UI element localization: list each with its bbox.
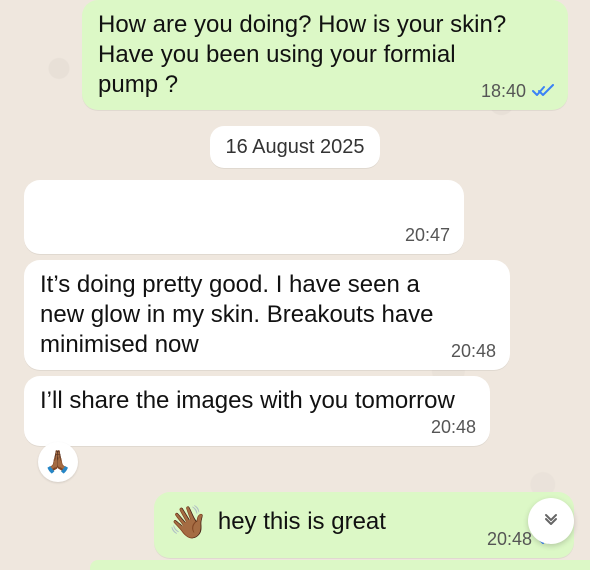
message-time: 20:48 xyxy=(430,417,476,437)
folded-hands-emoji: 🙏🏾 xyxy=(44,449,72,474)
message-outgoing-2[interactable]: 👋🏾 hey this is great 20:48 xyxy=(154,492,574,558)
double-check-icon xyxy=(532,84,554,98)
message-meta: 20:48 xyxy=(451,342,496,360)
message-meta: 20:47 xyxy=(405,226,450,244)
message-meta: 18:40 xyxy=(481,82,554,100)
message-time: 18:40 xyxy=(480,81,526,101)
waving-hand-emoji: 👋🏾 xyxy=(168,504,208,540)
next-message-strip xyxy=(90,560,590,570)
date-separator: 16 August 2025 xyxy=(210,126,380,168)
message-text: It’s doing pretty good. I have seen a ne… xyxy=(40,271,434,358)
message-time: 20:47 xyxy=(404,225,450,245)
message-time: 20:48 xyxy=(486,529,532,549)
reaction-badge[interactable]: 🙏🏾 xyxy=(38,442,78,482)
message-incoming-2[interactable]: It’s doing pretty good. I have seen a ne… xyxy=(24,260,510,370)
message-outgoing-1[interactable]: How are you doing? How is your skin? Hav… xyxy=(82,0,568,110)
scroll-to-bottom-button[interactable] xyxy=(528,498,574,544)
message-meta: 20:48 xyxy=(431,418,476,436)
message-incoming-3[interactable]: I’ll share the images with you tomorrow … xyxy=(24,376,490,446)
message-text: hey this is great xyxy=(217,508,386,535)
message-incoming-1[interactable]: 20:47 xyxy=(24,180,464,254)
double-chevron-down-icon xyxy=(541,509,561,534)
message-text: I’ll share the images with you tomorrow xyxy=(40,387,455,414)
message-content: 👋🏾 hey this is great xyxy=(168,506,478,538)
message-time: 20:48 xyxy=(450,341,496,361)
